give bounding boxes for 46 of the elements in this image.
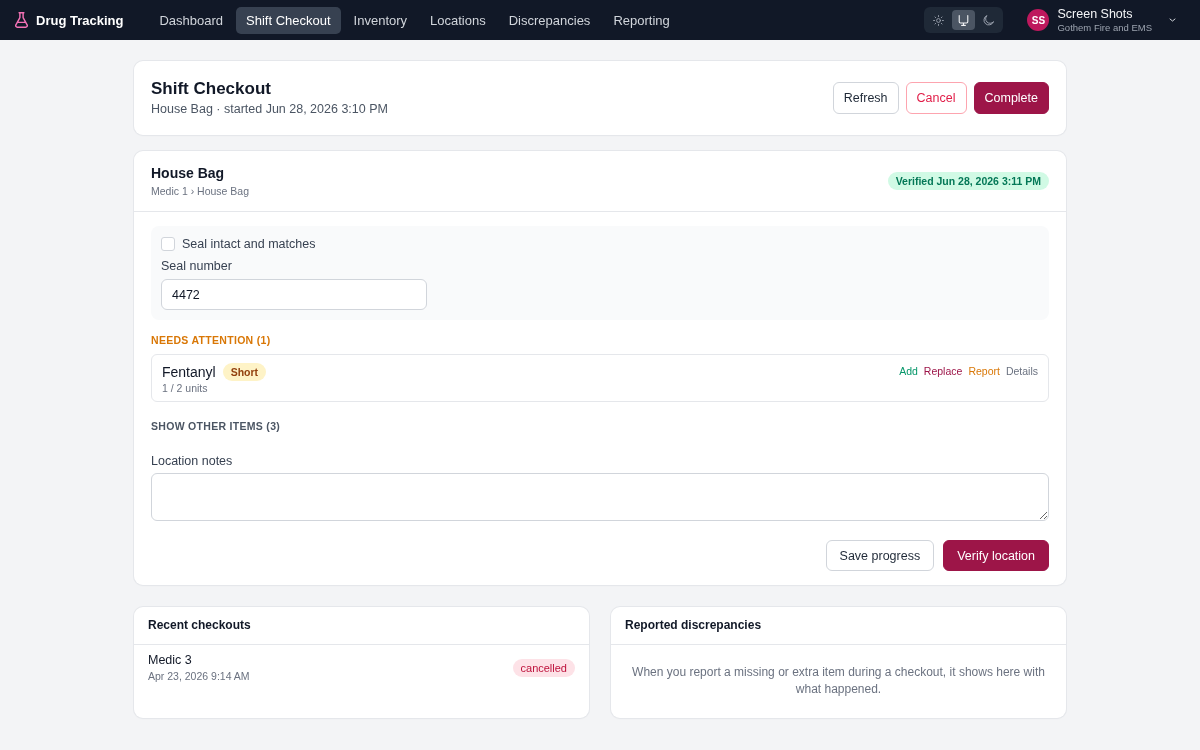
field-label: Location notes xyxy=(151,453,234,469)
checkbox-label: Seal intact and matches xyxy=(182,237,316,251)
checkout-name: Medic 3 xyxy=(148,652,193,669)
action-button[interactable]: Cancel xyxy=(905,82,967,114)
status-badge: cancelled xyxy=(512,658,575,677)
action-link[interactable]: Add xyxy=(899,363,918,379)
monitor-icon xyxy=(958,14,970,26)
field-label: Seal number xyxy=(161,258,232,274)
card-title: Reported discrepancies xyxy=(611,607,1066,645)
action-button[interactable]: Save progress xyxy=(825,540,935,571)
sun-icon xyxy=(933,14,945,26)
action-button[interactable]: Complete xyxy=(973,82,1049,114)
user-name: Screen Shots xyxy=(1057,6,1133,22)
nav-tab[interactable]: Inventory xyxy=(343,6,418,34)
nav-tab[interactable]: Locations xyxy=(420,6,496,34)
item-quantity: 1 / 2 units xyxy=(162,382,209,395)
item-name: Fentanyl xyxy=(162,363,216,382)
avatar-initials: SS xyxy=(1027,9,1050,31)
checkbox[interactable] xyxy=(161,237,175,251)
action-button[interactable]: Refresh xyxy=(832,82,899,114)
empty-state-message: When you report a missing or extra item during a checkout, it shows here with what happened. xyxy=(631,664,1046,698)
moon-icon xyxy=(983,14,995,26)
page-title: Shift Checkout xyxy=(151,78,272,100)
status-badge: Verified Jun 28, 2026 3:11 PM xyxy=(887,172,1049,190)
location-breadcrumb: Medic 1 › House Bag xyxy=(151,184,250,199)
action-link[interactable]: Replace xyxy=(923,363,963,379)
notes-field[interactable] xyxy=(151,473,1049,521)
section-heading: NEEDS ATTENTION (1) xyxy=(151,334,272,346)
status-badge: Short xyxy=(222,363,267,381)
nav-tab[interactable]: Reporting xyxy=(603,6,680,34)
action-button[interactable]: Verify location xyxy=(943,540,1049,571)
nav-tab[interactable]: Dashboard xyxy=(149,6,234,34)
checkout-time: Apr 23, 2026 9:14 AM xyxy=(148,669,250,683)
card-title: Recent checkouts xyxy=(134,607,589,645)
flask-icon xyxy=(15,12,28,28)
show-other-items-toggle[interactable]: SHOW OTHER ITEMS (3) xyxy=(151,420,281,432)
location-name: House Bag xyxy=(151,164,226,183)
chevron-down-icon xyxy=(1169,18,1176,22)
seal-number-input[interactable]: 4472 xyxy=(161,279,427,310)
app-name: Drug Tracking xyxy=(36,12,124,28)
nav-tab[interactable]: Shift Checkout xyxy=(236,6,341,34)
nav-tab[interactable]: Discrepancies xyxy=(498,6,601,34)
organization-name: Gothem Fire and EMS xyxy=(1057,21,1152,34)
page-subtitle: House Bag · started Jun 28, 2026 3:10 PM xyxy=(151,101,388,118)
theme-button[interactable] xyxy=(952,10,976,30)
action-link[interactable]: Details xyxy=(1005,363,1038,379)
